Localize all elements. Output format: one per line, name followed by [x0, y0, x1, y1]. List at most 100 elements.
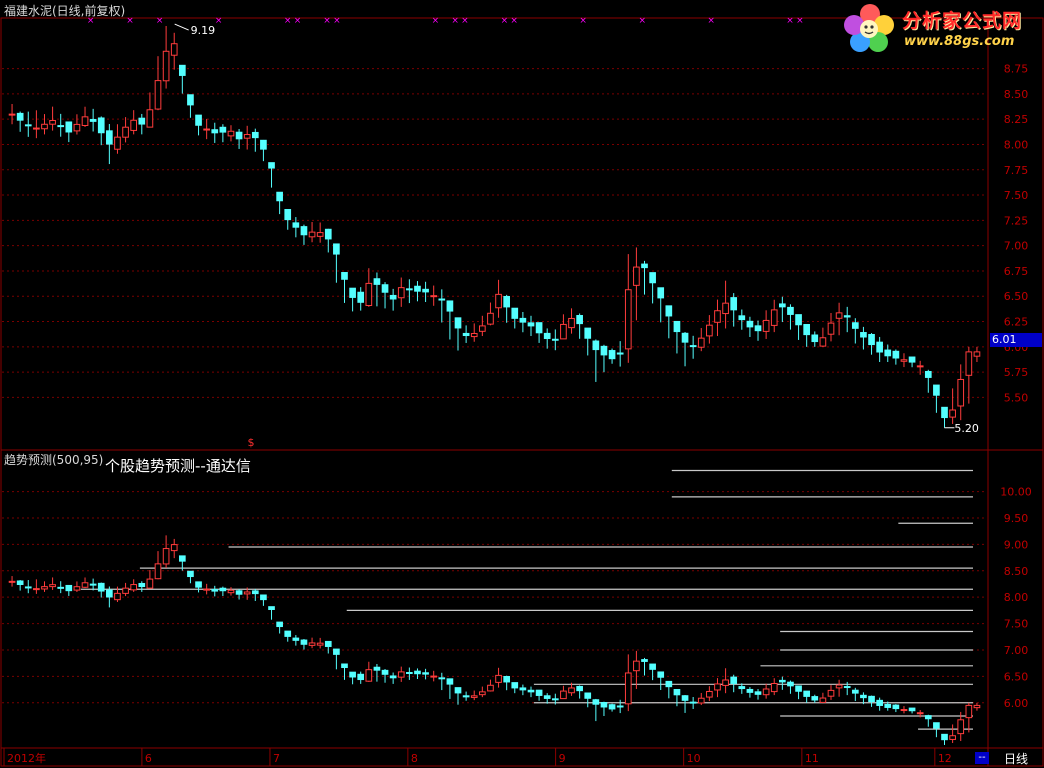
candle-body — [527, 322, 535, 327]
candle-body — [300, 639, 308, 645]
candle-body — [503, 676, 511, 683]
candle-body — [722, 302, 729, 315]
period-switch-button[interactable]: -- — [975, 752, 989, 764]
candle-body — [803, 324, 811, 336]
candle-body — [422, 672, 429, 675]
candle — [916, 360, 924, 375]
candle-body — [819, 337, 827, 347]
candle — [430, 285, 438, 306]
candle-body — [851, 322, 859, 329]
indicator-tick-label: 10.00 — [1000, 486, 1032, 499]
candle — [73, 581, 81, 592]
candle — [965, 346, 973, 404]
candle-body — [308, 231, 316, 238]
candle — [211, 585, 219, 597]
candle — [357, 287, 365, 311]
candle-body — [316, 232, 324, 237]
candle — [260, 139, 267, 162]
candle — [633, 247, 640, 321]
candle-body — [138, 582, 146, 588]
candle-body — [957, 719, 965, 735]
stock-title: 福建水泥(日线,前复权) — [4, 4, 126, 18]
candle-body — [24, 586, 32, 589]
candle — [414, 668, 421, 680]
candle-body — [24, 124, 32, 127]
candle-body — [941, 733, 948, 741]
candle — [641, 657, 648, 676]
candle-body — [73, 123, 81, 132]
candle-body — [178, 555, 186, 562]
candle-body — [908, 707, 916, 712]
candle — [422, 668, 429, 680]
price-tick-label: 8.25 — [1004, 113, 1029, 126]
candle — [219, 586, 227, 597]
candle-body — [965, 351, 973, 376]
candle — [584, 692, 592, 708]
candle — [641, 260, 648, 295]
candle — [430, 670, 438, 682]
candle — [616, 699, 624, 714]
period-label[interactable]: 日线 — [1004, 750, 1028, 767]
candle — [560, 314, 567, 340]
candle — [114, 124, 121, 154]
candle — [389, 672, 397, 684]
x-tick-label: 6 — [145, 752, 152, 765]
candle — [657, 671, 665, 690]
candle-body — [65, 121, 73, 133]
candle — [81, 577, 89, 589]
candle-body — [616, 352, 624, 355]
candle-body — [187, 94, 194, 106]
candle — [924, 714, 932, 727]
candle — [373, 272, 381, 307]
candle-body — [381, 284, 389, 293]
candle — [584, 327, 592, 356]
candle — [779, 296, 786, 323]
candle — [511, 682, 519, 694]
indicator-tick-label: 8.00 — [1004, 591, 1029, 604]
price-tick-label: 7.00 — [1004, 240, 1029, 253]
candle — [843, 306, 851, 333]
candle — [689, 697, 697, 709]
candle — [527, 315, 535, 337]
candle — [868, 695, 875, 707]
candle — [268, 162, 275, 188]
candle — [24, 580, 32, 594]
candle — [649, 272, 656, 304]
candle — [876, 697, 883, 711]
candle — [422, 281, 429, 303]
candle-body — [933, 384, 940, 396]
candle — [592, 698, 600, 722]
candle — [803, 324, 811, 347]
candle — [154, 551, 162, 580]
candle — [16, 580, 24, 591]
candle — [406, 279, 413, 304]
candle — [316, 222, 324, 243]
candle — [949, 724, 956, 744]
candle — [454, 687, 462, 705]
candle-body — [414, 285, 421, 292]
candle-body — [543, 695, 551, 699]
candle-body — [414, 670, 421, 675]
candle — [81, 106, 89, 127]
indicator-candles[interactable] — [8, 535, 981, 745]
candle — [308, 222, 316, 243]
candle-body — [365, 669, 373, 682]
candle-body — [835, 312, 843, 319]
price-y-axis: 5.505.756.006.256.506.757.007.257.507.75… — [1004, 63, 1029, 405]
candle-body — [876, 699, 883, 706]
candle — [949, 388, 956, 424]
candle — [33, 579, 40, 594]
candle-body — [770, 309, 778, 326]
candle — [365, 268, 373, 307]
candle — [41, 114, 48, 135]
candle — [827, 685, 835, 700]
candle-body — [738, 315, 746, 321]
price-candles[interactable] — [8, 25, 981, 428]
candle-body — [203, 588, 210, 591]
candle-body — [689, 701, 697, 704]
candle-body — [373, 666, 381, 671]
candle — [130, 110, 138, 135]
candle — [503, 294, 511, 323]
candle-body — [949, 735, 956, 740]
candle-body — [333, 648, 340, 655]
